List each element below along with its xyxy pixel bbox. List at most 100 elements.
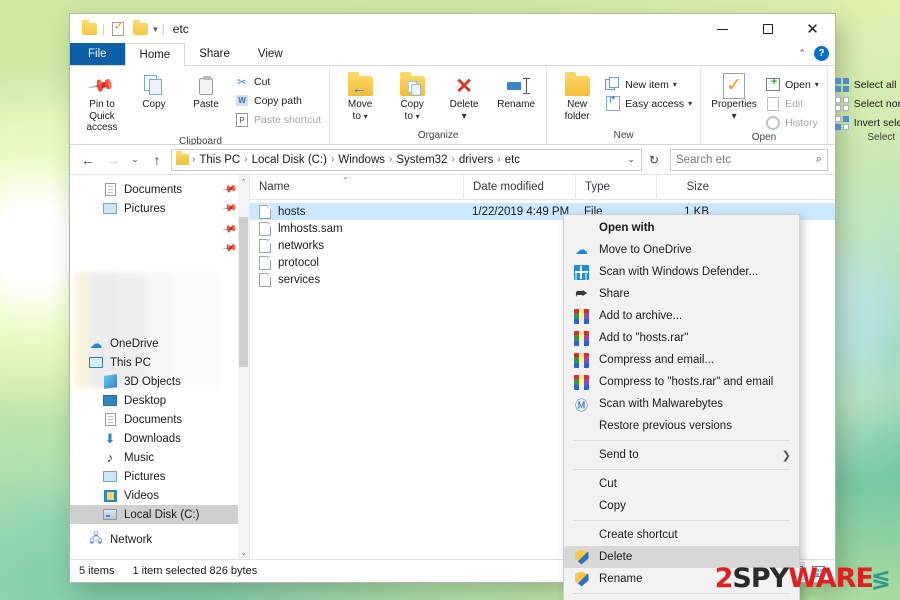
sidebar-item-this-pc[interactable]: This PC	[70, 353, 249, 372]
paste-button[interactable]: Paste	[180, 71, 232, 113]
scroll-down-icon[interactable]: ⌄	[238, 546, 249, 559]
navigation-pane: Documents 📌 Pictures 📌 📌 📌 ☁ OneDrive Th…	[70, 175, 250, 559]
breadcrumb-local-disk[interactable]: Local Disk (C:)	[249, 154, 330, 166]
maximize-button[interactable]	[745, 14, 790, 44]
tab-file[interactable]: File	[70, 43, 125, 65]
menu-item-add-to-hosts-rar[interactable]: Add to "hosts.rar"	[564, 327, 799, 349]
recent-locations-button[interactable]: ⌄	[127, 149, 143, 171]
nav-item-documents-quick[interactable]: Documents 📌	[70, 180, 249, 199]
column-header-size[interactable]: Size	[656, 174, 718, 200]
menu-item-copy[interactable]: Copy	[564, 495, 799, 517]
scrollbar-thumb[interactable]	[239, 217, 248, 367]
sidebar-item-local-disk-c[interactable]: Local Disk (C:)	[70, 505, 249, 524]
minimize-button[interactable]	[700, 14, 745, 44]
navigation-scrollbar[interactable]: ⌃ ⌄	[238, 175, 249, 559]
copy-button[interactable]: Copy	[128, 71, 180, 113]
delete-button[interactable]: ✕ Delete ▾	[438, 71, 490, 124]
sidebar-item-pictures[interactable]: Pictures	[70, 467, 249, 486]
tab-home[interactable]: Home	[124, 43, 186, 66]
tab-share[interactable]: Share	[185, 43, 244, 65]
history-button[interactable]: History	[763, 113, 823, 132]
open-caret-icon[interactable]: ▾	[815, 80, 819, 89]
new-item-button[interactable]: New item ▾	[603, 75, 696, 94]
sidebar-item-documents[interactable]: Documents	[70, 410, 249, 429]
copy-to-button[interactable]: Copy to ▾	[386, 71, 438, 124]
menu-item-cut[interactable]: Cut	[564, 473, 799, 495]
address-breadcrumb-bar[interactable]: › This PC › Local Disk (C:) › Windows › …	[171, 148, 642, 171]
forward-button[interactable]: →	[102, 149, 124, 171]
new-folder-icon[interactable]	[129, 18, 151, 40]
column-header-type[interactable]: Type	[575, 174, 656, 200]
select-none-button[interactable]: Select none	[832, 94, 900, 113]
file-icon	[259, 255, 271, 270]
breadcrumb-drivers[interactable]: drivers	[456, 154, 497, 166]
invert-selection-button[interactable]: Invert selection	[832, 113, 900, 132]
move-to-button[interactable]: ← Move to ▾	[334, 71, 386, 124]
paste-shortcut-button[interactable]: P Paste shortcut	[232, 110, 325, 129]
menu-item-create-shortcut[interactable]: Create shortcut	[564, 524, 799, 546]
sidebar-item-videos[interactable]: Videos	[70, 486, 249, 505]
select-all-button[interactable]: Select all	[832, 75, 900, 94]
open-button[interactable]: Open ▾	[763, 75, 823, 94]
close-button[interactable]: ✕	[790, 14, 835, 44]
breadcrumb-system32[interactable]: System32	[393, 154, 450, 166]
search-input[interactable]: Search etc	[676, 154, 731, 166]
chevron-down-icon[interactable]: ▾	[151, 24, 160, 35]
search-box[interactable]: Search etc ⌕	[670, 148, 828, 171]
cut-button[interactable]: ✂ Cut	[232, 72, 325, 91]
sidebar-item-desktop[interactable]: Desktop	[70, 391, 249, 410]
large-icons-view-button[interactable]	[809, 562, 827, 580]
refresh-button[interactable]: ↻	[645, 153, 663, 167]
copy-path-button[interactable]: W Copy path	[232, 91, 325, 110]
menu-item-compress-and-email[interactable]: Compress and email...	[564, 349, 799, 371]
properties-icon[interactable]	[107, 18, 129, 40]
menu-item-scan-with-windows-defender[interactable]: Scan with Windows Defender...	[564, 261, 799, 283]
help-icon[interactable]: ?	[814, 46, 829, 61]
pin-icon[interactable]: 📌	[221, 181, 238, 197]
rename-button[interactable]: Rename	[490, 71, 542, 113]
breadcrumb-etc[interactable]: etc	[502, 154, 523, 166]
new-item-caret-icon[interactable]: ▾	[673, 80, 677, 89]
menu-item-delete[interactable]: Delete	[564, 546, 799, 568]
sidebar-item-downloads[interactable]: ⬇ Downloads	[70, 429, 249, 448]
back-button[interactable]: ←	[77, 149, 99, 171]
sidebar-item-music[interactable]: ♪ Music	[70, 448, 249, 467]
column-header-name[interactable]: Name ⌃	[250, 175, 463, 200]
pin-icon[interactable]: 📌	[221, 240, 238, 256]
menu-item-add-to-archive[interactable]: Add to archive...	[564, 305, 799, 327]
properties-caret-icon[interactable]: ▾	[732, 111, 737, 123]
pin-to-quick-access-button[interactable]: 📌 Pin to Quick access	[76, 71, 128, 136]
easy-access-caret-icon[interactable]: ▾	[688, 99, 692, 108]
sidebar-item-3d-objects[interactable]: 3D Objects	[70, 372, 249, 391]
delete-caret-icon[interactable]: ▾	[462, 111, 467, 123]
menu-item-share[interactable]: ⮫ Share	[564, 283, 799, 305]
menu-item-rename[interactable]: Rename	[564, 568, 799, 590]
paste-shortcut-icon: P	[234, 112, 250, 128]
menu-item-send-to[interactable]: Send to ❯	[564, 444, 799, 466]
column-header-date-modified[interactable]: Date modified	[463, 174, 575, 200]
pin-icon[interactable]: 📌	[221, 221, 238, 237]
scroll-up-icon[interactable]: ⌃	[238, 175, 249, 188]
nav-item-pictures-quick[interactable]: Pictures 📌	[70, 199, 249, 218]
paste-shortcut-label: Paste shortcut	[254, 113, 322, 126]
menu-item-compress-to-hosts-rar-and-email[interactable]: Compress to "hosts.rar" and email	[564, 371, 799, 393]
menu-item-move-to-onedrive[interactable]: ☁ Move to OneDrive	[564, 239, 799, 261]
tab-view[interactable]: View	[244, 43, 297, 65]
search-icon[interactable]: ⌕	[816, 153, 822, 166]
folder-icon[interactable]	[78, 18, 100, 40]
sidebar-item-network[interactable]: 🖧 Network	[70, 530, 249, 549]
new-folder-button[interactable]: New folder	[551, 71, 603, 124]
edit-button[interactable]: Edit	[763, 94, 823, 113]
menu-item-open-with[interactable]: Open with	[564, 217, 799, 239]
breadcrumb-this-pc[interactable]: This PC	[196, 154, 243, 166]
up-button[interactable]: ↑	[146, 149, 168, 171]
easy-access-button[interactable]: Easy access ▾	[603, 94, 696, 113]
pin-icon[interactable]: 📌	[221, 200, 238, 216]
sidebar-item-onedrive[interactable]: ☁ OneDrive	[70, 334, 249, 353]
properties-button[interactable]: Properties ▾	[705, 71, 763, 124]
menu-item-restore-previous-versions[interactable]: Restore previous versions	[564, 415, 799, 437]
collapse-ribbon-icon[interactable]: ⌃	[798, 48, 806, 59]
breadcrumb-windows[interactable]: Windows	[335, 154, 388, 166]
chevron-down-icon[interactable]: ⌄	[623, 154, 639, 165]
menu-item-scan-with-malwarebytes[interactable]: Ⓜ Scan with Malwarebytes	[564, 393, 799, 415]
